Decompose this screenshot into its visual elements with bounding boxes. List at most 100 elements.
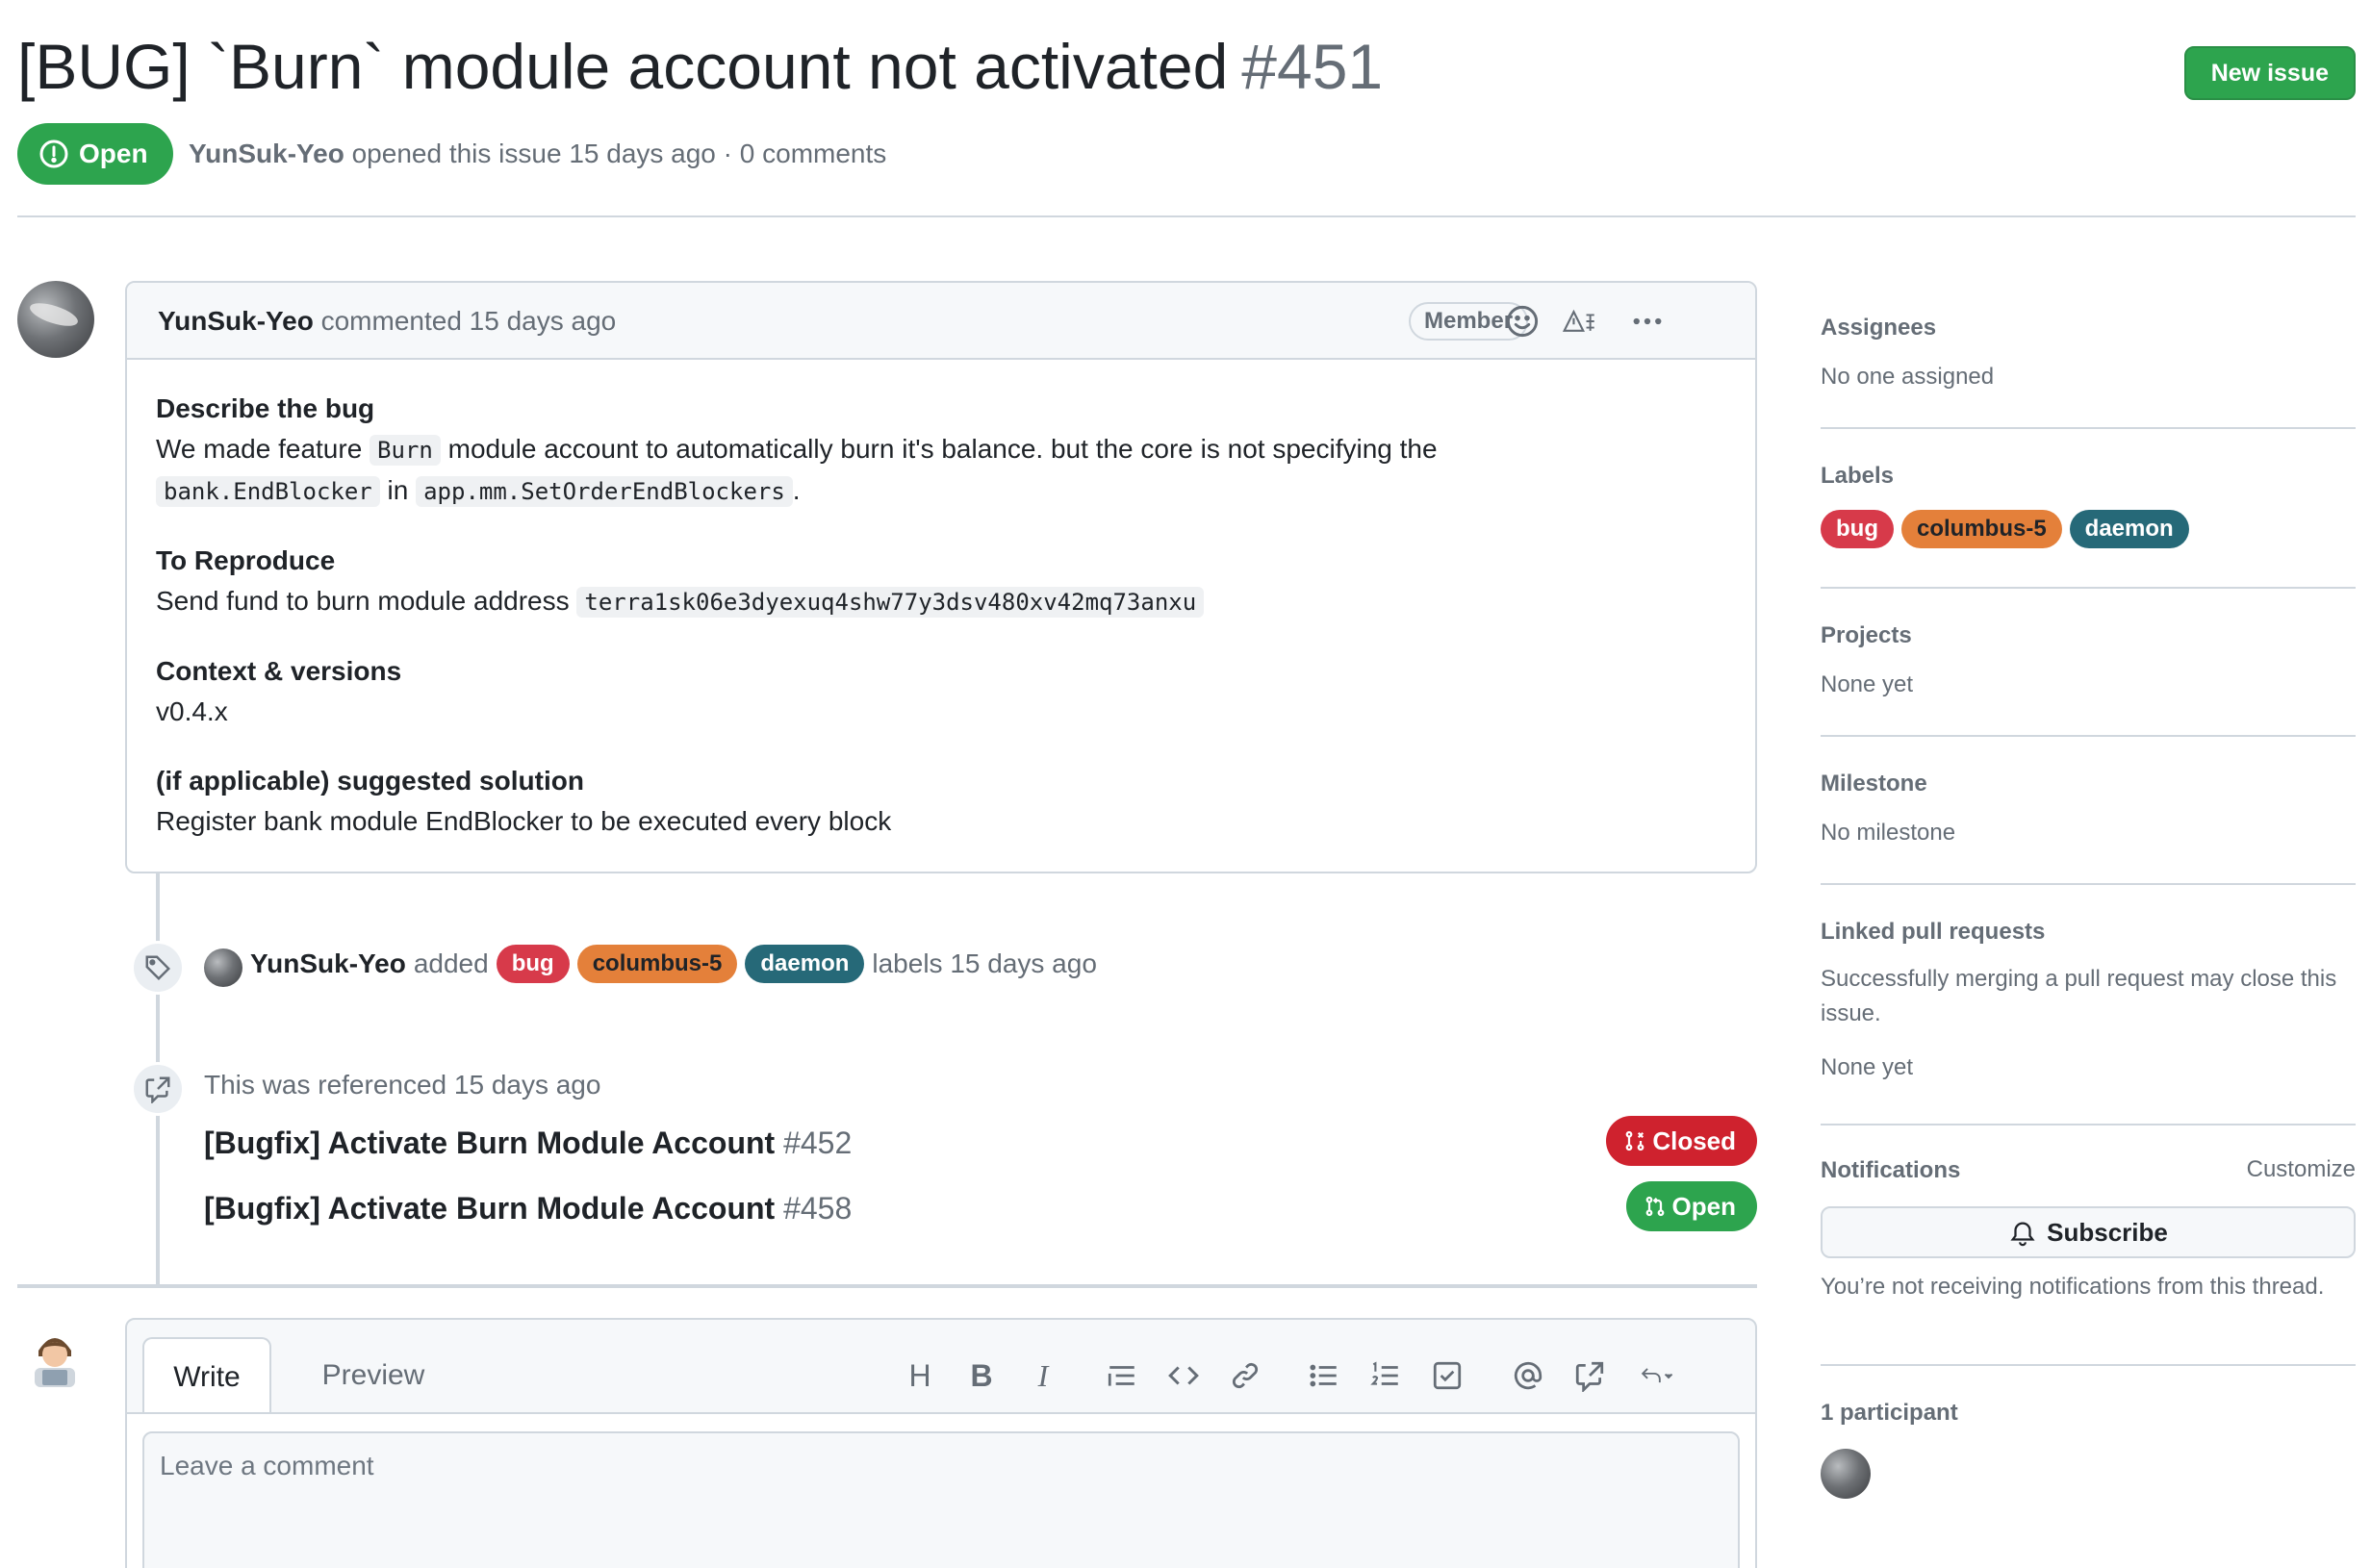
section-text: Register bank module EndBlocker to be ex… — [156, 806, 892, 836]
referenced-pr-number: #458 — [783, 1191, 853, 1226]
sidebar-projects: Projects None yet — [1821, 621, 2356, 702]
mention-icon[interactable] — [1509, 1356, 1547, 1395]
comment-author-link[interactable]: YunSuk-Yeo — [158, 306, 314, 336]
inline-code: bank.EndBlocker — [156, 476, 380, 507]
issue-header: [BUG] `Burn` module account not activate… — [17, 25, 2356, 217]
sidebar-participants: 1 participant — [1821, 1399, 2356, 1499]
issue-author-link[interactable]: YunSuk-Yeo — [189, 139, 344, 168]
comment-textarea[interactable] — [142, 1431, 1740, 1568]
projects-value: None yet — [1821, 671, 1914, 697]
referenced-pr-link[interactable]: [Bugfix] Activate Burn Module Account #4… — [204, 1125, 852, 1161]
section-heading: (if applicable) suggested solution — [156, 766, 584, 796]
tab-preview[interactable]: Preview — [296, 1337, 450, 1414]
projects-heading[interactable]: Projects — [1821, 621, 2356, 650]
notifications-description: You’re not receiving notifications from … — [1821, 1274, 2325, 1300]
comment-body: Describe the bug We made feature Burn mo… — [127, 360, 1755, 842]
section-text: Send fund to burn module address terra1s… — [156, 581, 1726, 622]
sidebar-divider — [1821, 1124, 2356, 1125]
inline-code: Burn — [370, 435, 441, 466]
issue-number: #451 — [1241, 31, 1384, 102]
section-heading: To Reproduce — [156, 545, 336, 575]
customize-link[interactable]: Customize — [2247, 1156, 2356, 1183]
section-heading: Describe the bug — [156, 393, 375, 423]
heading-icon[interactable]: H — [901, 1356, 939, 1395]
section-context: Context & versions v0.4.x — [156, 651, 1726, 732]
section-describe-bug: Describe the bug We made feature Burn mo… — [156, 389, 1726, 512]
referenced-pr-title[interactable]: [Bugfix] Activate Burn Module Account — [204, 1191, 775, 1226]
sidebar-milestone: Milestone No milestone — [1821, 770, 2356, 850]
quote-icon[interactable] — [1103, 1356, 1141, 1395]
bug-text-3: in — [387, 475, 409, 505]
tab-write[interactable]: Write — [142, 1337, 271, 1414]
sidebar-divider — [1821, 427, 2356, 429]
sidebar-label-list: bug columbus-5 daemon — [1821, 510, 2356, 548]
bug-text-1: We made feature — [156, 434, 363, 464]
sidebar-linked-prs: Linked pull requests Successfully mergin… — [1821, 918, 2356, 1085]
section-reproduce: To Reproduce Send fund to burn module ad… — [156, 541, 1726, 622]
bold-icon[interactable]: B — [962, 1356, 1001, 1395]
section-text: v0.4.x — [156, 696, 228, 726]
sidebar-divider — [1821, 883, 2356, 885]
milestone-heading[interactable]: Milestone — [1821, 770, 2356, 798]
kebab-menu-icon[interactable] — [1628, 302, 1667, 341]
issue-title: [BUG] `Burn` module account not activate… — [17, 35, 1383, 98]
event-author-avatar[interactable] — [204, 948, 242, 987]
event-action: added — [413, 948, 489, 978]
bug-text-4: . — [792, 475, 801, 505]
issue-title-text: [BUG] `Burn` module account not activate… — [17, 31, 1229, 102]
label-daemon[interactable]: daemon — [745, 945, 865, 983]
unordered-list-icon[interactable] — [1305, 1356, 1343, 1395]
sidebar-divider — [1821, 1364, 2356, 1366]
referenced-pr-number: #452 — [783, 1125, 853, 1160]
sidebar-assignees: Assignees No one assigned — [1821, 314, 2356, 394]
cross-reference-icon — [131, 1062, 185, 1116]
bell-icon — [2010, 1222, 2035, 1247]
cross-reference-icon[interactable] — [1570, 1356, 1609, 1395]
italic-icon[interactable]: I — [1024, 1356, 1062, 1395]
link-icon[interactable] — [1226, 1356, 1264, 1395]
section-text: We made feature Burn module account to a… — [156, 429, 1726, 512]
saved-replies-icon[interactable] — [1628, 1356, 1686, 1395]
reference-event-text: This was referenced 15 days ago — [204, 1070, 601, 1100]
sidebar-divider — [1821, 587, 2356, 589]
issue-opened-icon — [39, 139, 68, 168]
linked-prs-heading[interactable]: Linked pull requests — [1821, 918, 2356, 947]
issue-state-badge: Open — [17, 123, 173, 185]
comment-header: YunSuk-Yeo commented 15 days ago Member — [127, 283, 1755, 360]
inline-code: app.mm.SetOrderEndBlockers — [416, 476, 793, 507]
labels-heading[interactable]: Labels — [1821, 462, 2356, 491]
new-issue-button[interactable]: New issue — [2183, 46, 2356, 100]
label-bug[interactable]: bug — [1821, 510, 1894, 548]
add-reaction-icon[interactable] — [1503, 302, 1542, 341]
labels-added-event: YunSuk-Yeo added bug columbus-5 daemon l… — [250, 945, 1097, 983]
issue-comment: YunSuk-Yeo commented 15 days ago Member … — [125, 281, 1757, 873]
referenced-pr-title[interactable]: [Bugfix] Activate Burn Module Account — [204, 1125, 775, 1160]
ordered-list-icon[interactable] — [1366, 1356, 1405, 1395]
pr-closed-badge: Closed — [1606, 1116, 1757, 1166]
linked-prs-value: None yet — [1821, 1054, 1914, 1080]
subscribe-label: Subscribe — [2047, 1217, 2168, 1247]
participant-avatar[interactable] — [1821, 1449, 1871, 1499]
pr-state-label: Open — [1671, 1191, 1736, 1221]
issue-meta: YunSuk-Yeo opened this issue 15 days ago… — [189, 139, 886, 169]
label-daemon[interactable]: daemon — [2069, 510, 2189, 548]
task-list-icon[interactable] — [1428, 1356, 1466, 1395]
referenced-pr-link[interactable]: [Bugfix] Activate Burn Module Account #4… — [204, 1191, 852, 1227]
assignees-heading[interactable]: Assignees — [1821, 314, 2356, 342]
comment-author-avatar[interactable] — [17, 281, 94, 358]
header-divider — [17, 215, 2356, 217]
label-bug[interactable]: bug — [496, 945, 570, 983]
pr-state-label: Closed — [1652, 1125, 1736, 1155]
sidebar-notifications: Notifications Customize Subscribe You’re… — [1821, 1156, 2356, 1304]
comment-time[interactable]: commented 15 days ago — [321, 306, 617, 336]
subscribe-button[interactable]: Subscribe — [1821, 1206, 2356, 1258]
current-user-avatar[interactable] — [25, 1326, 85, 1389]
event-author-link[interactable]: YunSuk-Yeo — [250, 948, 406, 979]
section-heading: Context & versions — [156, 656, 402, 686]
bug-text-2: module account to automatically burn it'… — [447, 434, 1438, 464]
code-icon[interactable] — [1164, 1356, 1203, 1395]
translate-extension-icon[interactable] — [1553, 302, 1607, 341]
label-columbus-5[interactable]: columbus-5 — [576, 945, 738, 983]
event-suffix[interactable]: labels 15 days ago — [872, 948, 1097, 979]
label-columbus-5[interactable]: columbus-5 — [1900, 510, 2062, 548]
